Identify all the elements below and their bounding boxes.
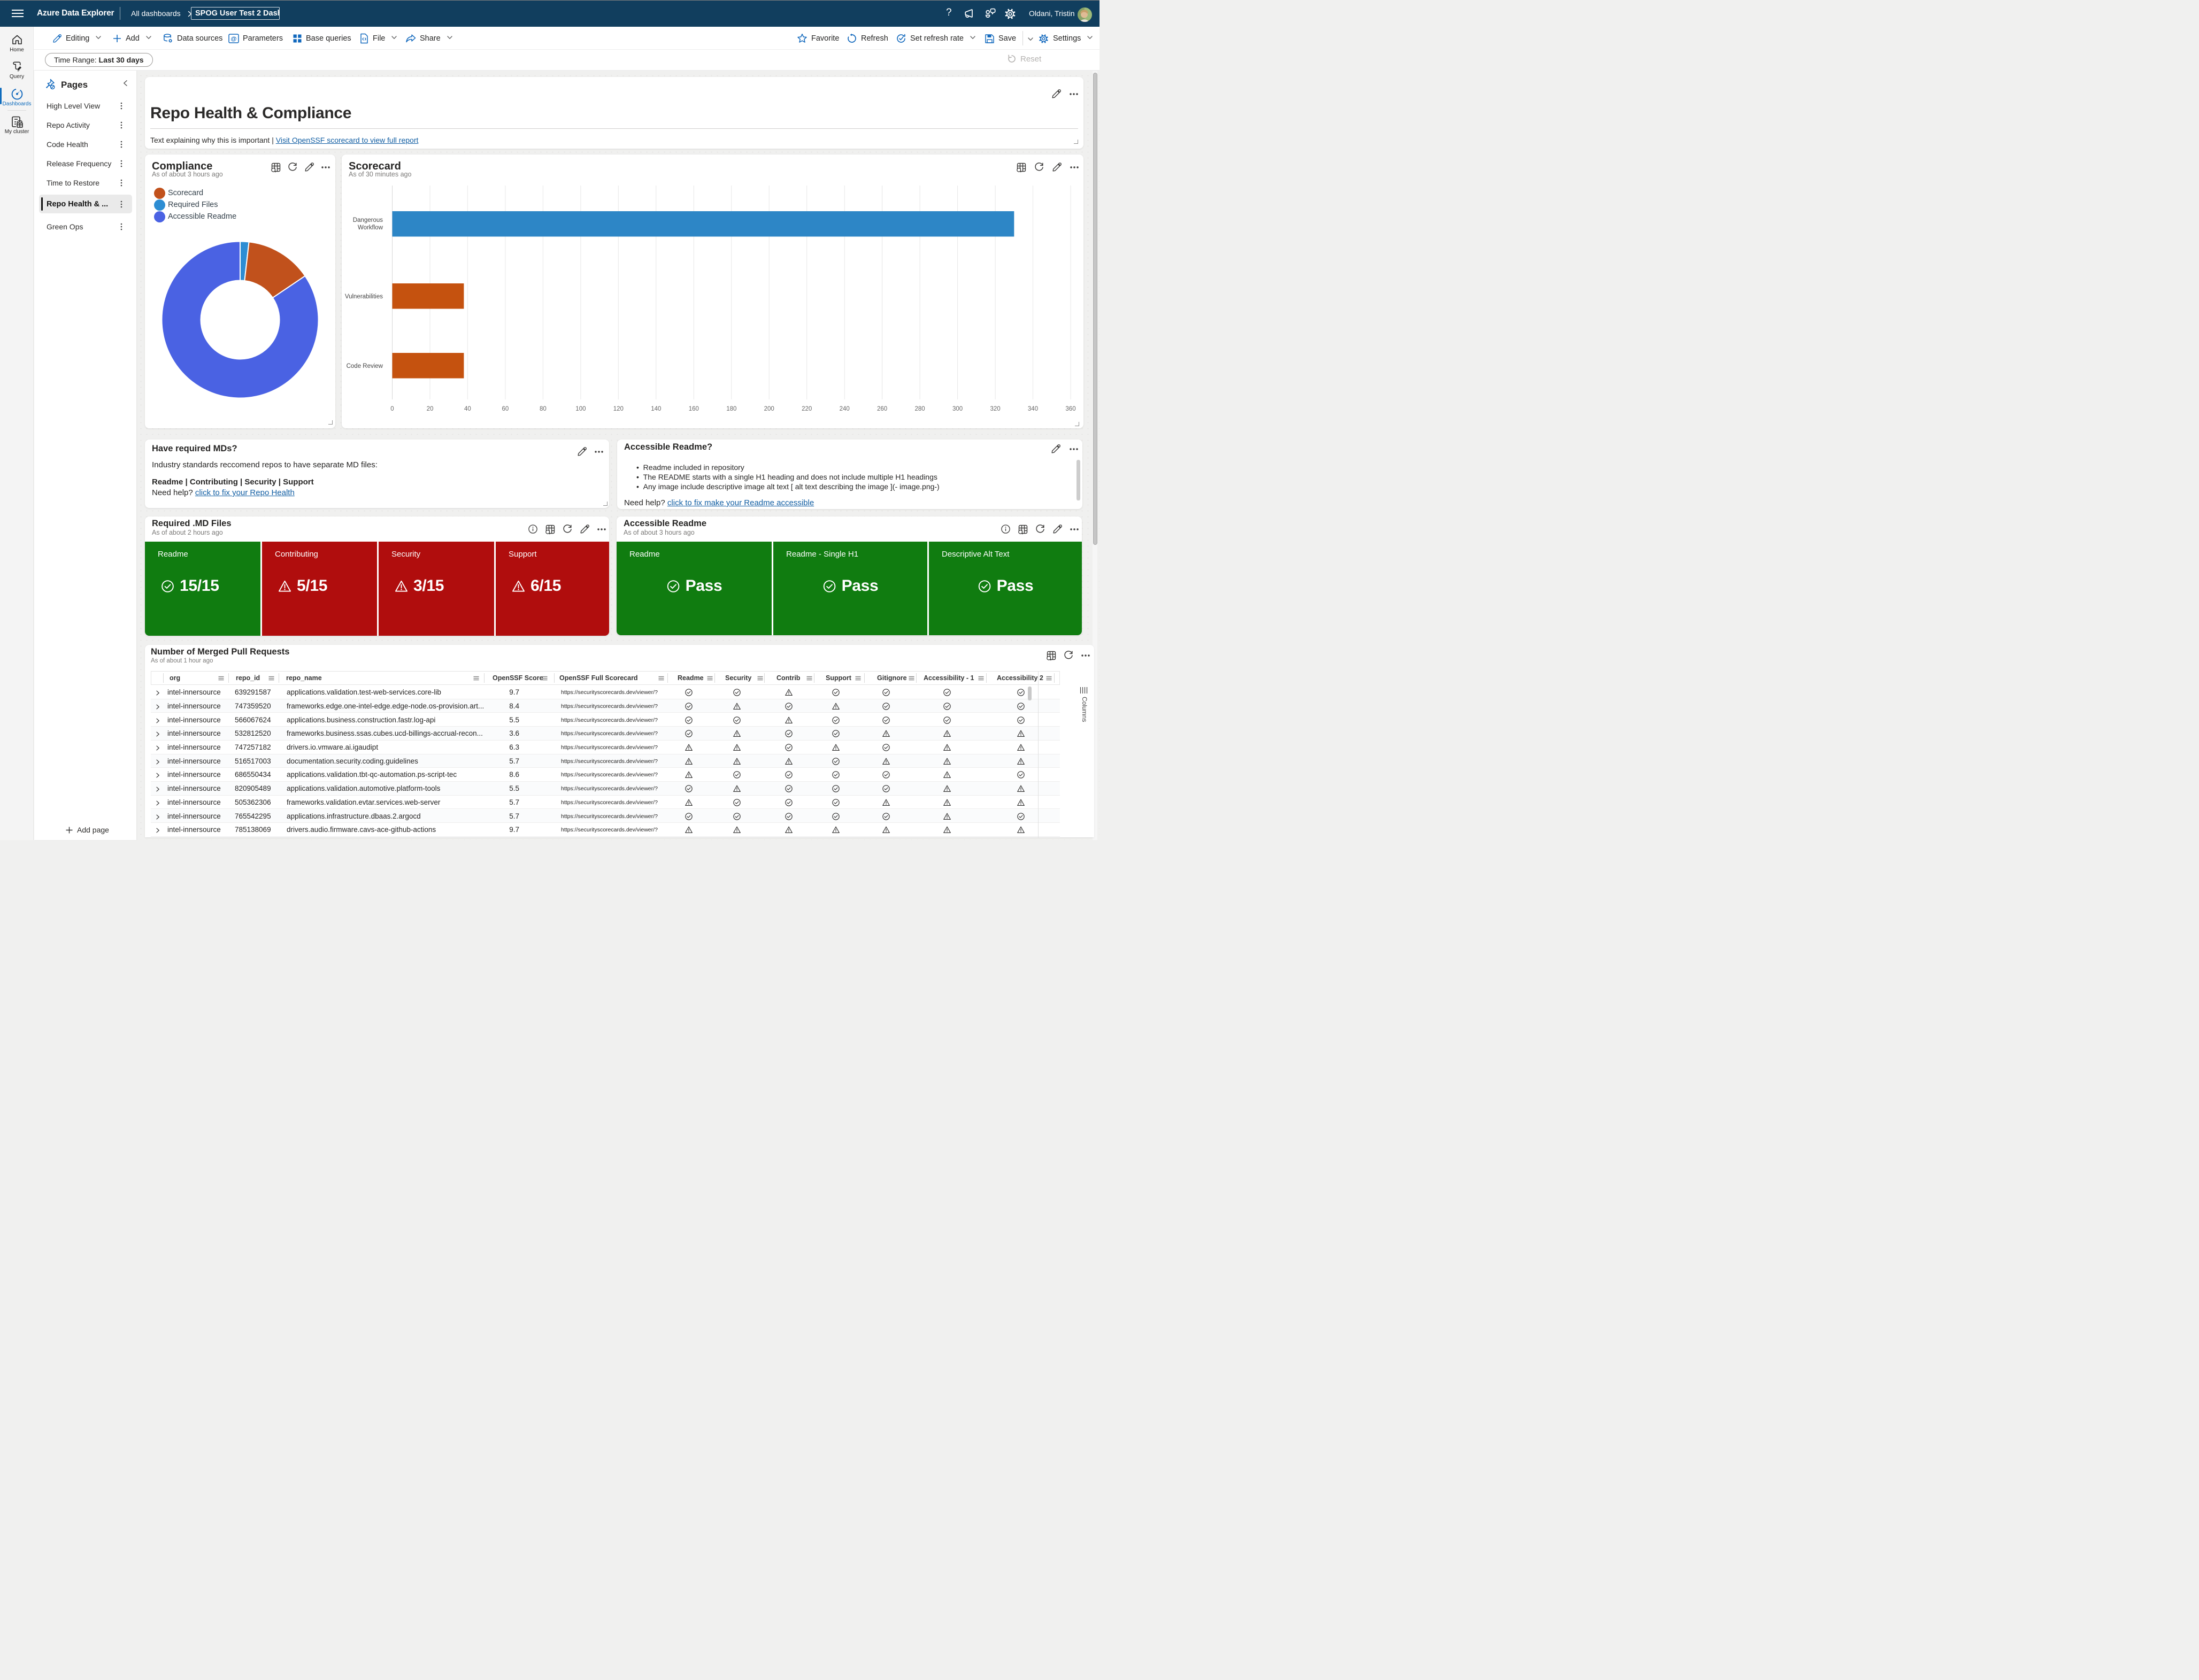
- svg-text:320: 320: [990, 406, 1001, 412]
- svg-text:120: 120: [613, 406, 624, 412]
- svg-text:Dangerous: Dangerous: [353, 217, 383, 224]
- svg-text:100: 100: [575, 406, 586, 412]
- svg-text:20: 20: [427, 406, 434, 412]
- svg-text:360: 360: [1065, 406, 1075, 412]
- svg-text:0: 0: [390, 406, 394, 412]
- svg-text:@: @: [231, 36, 237, 42]
- svg-text:340: 340: [1028, 406, 1038, 412]
- svg-text:200: 200: [764, 406, 774, 412]
- svg-text:260: 260: [877, 406, 887, 412]
- svg-text:240: 240: [840, 406, 850, 412]
- svg-text:60: 60: [502, 406, 509, 412]
- svg-text:280: 280: [915, 406, 925, 412]
- svg-text:160: 160: [689, 406, 699, 412]
- svg-text:140: 140: [651, 406, 661, 412]
- svg-text:Code Review: Code Review: [347, 363, 383, 369]
- svg-text:80: 80: [540, 406, 547, 412]
- svg-text:180: 180: [726, 406, 736, 412]
- svg-text:220: 220: [802, 406, 812, 412]
- svg-text:300: 300: [952, 406, 963, 412]
- svg-text:Workflow: Workflow: [358, 225, 383, 231]
- svg-text:Vulnerabilities: Vulnerabilities: [345, 294, 383, 300]
- svg-text:40: 40: [464, 406, 471, 412]
